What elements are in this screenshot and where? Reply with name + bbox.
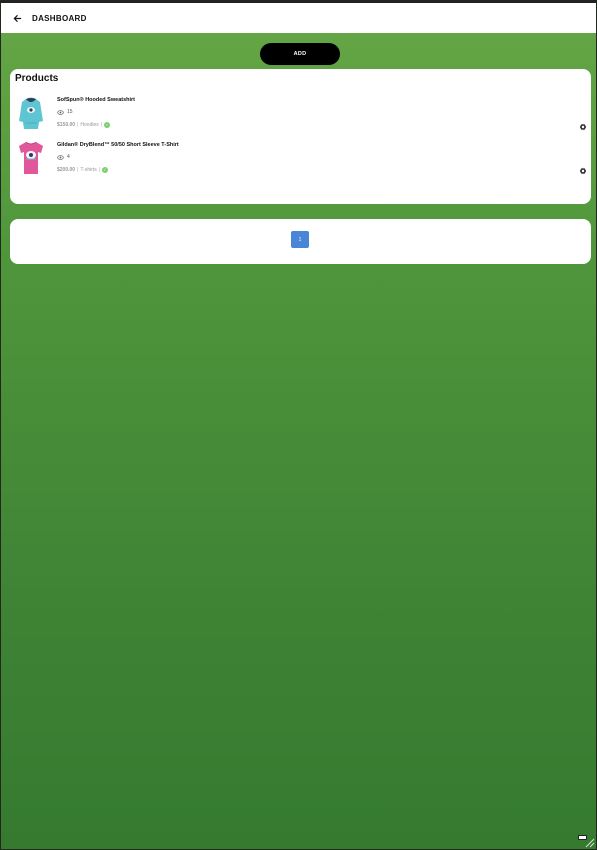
separator: |	[100, 122, 103, 128]
separator: |	[98, 167, 101, 173]
views-value: 15	[67, 109, 73, 115]
check-circle-icon: ✓	[102, 167, 109, 173]
resize-handle-icon[interactable]	[583, 836, 595, 848]
views-count: 4	[57, 154, 70, 160]
tshirt-icon[interactable]	[18, 141, 44, 175]
gear-icon[interactable]	[579, 123, 587, 131]
page-button-current[interactable]: 1	[291, 231, 309, 248]
add-button[interactable]: ADD	[260, 43, 340, 65]
product-row[interactable]: Gildan® DryBlend™ 50/50 Short Sleeve T-S…	[10, 141, 591, 181]
products-card: Products SofSpun® Hooded Sweatshirt 15 $…	[10, 69, 591, 204]
back-arrow-icon[interactable]	[11, 12, 23, 24]
eye-icon	[57, 154, 64, 160]
product-name[interactable]: Gildan® DryBlend™ 50/50 Short Sleeve T-S…	[57, 142, 179, 148]
product-price: $150.00	[57, 122, 76, 128]
top-bar: DASHBOARD	[1, 1, 596, 33]
product-row[interactable]: SofSpun® Hooded Sweatshirt 15 $150.00 | …	[10, 96, 591, 136]
pagination-card: 1	[10, 219, 591, 264]
product-price: $200.00	[57, 167, 76, 173]
check-circle-icon: ✓	[104, 122, 111, 128]
page-title: DASHBOARD	[32, 13, 87, 23]
eye-icon	[57, 109, 64, 115]
views-value: 4	[67, 154, 70, 160]
product-category: T-shirts	[80, 167, 97, 173]
product-name[interactable]: SofSpun® Hooded Sweatshirt	[57, 97, 135, 103]
separator: |	[77, 167, 79, 173]
gear-icon[interactable]	[579, 167, 587, 175]
products-heading: Products	[15, 73, 59, 84]
product-meta: $200.00 | T-shirts | ✓	[57, 167, 109, 173]
separator: |	[77, 122, 79, 128]
product-category: Hoodies	[80, 122, 99, 128]
views-count: 15	[57, 109, 73, 115]
hoodie-icon[interactable]	[18, 96, 44, 130]
product-meta: $150.00 | Hoodies | ✓	[57, 122, 111, 128]
